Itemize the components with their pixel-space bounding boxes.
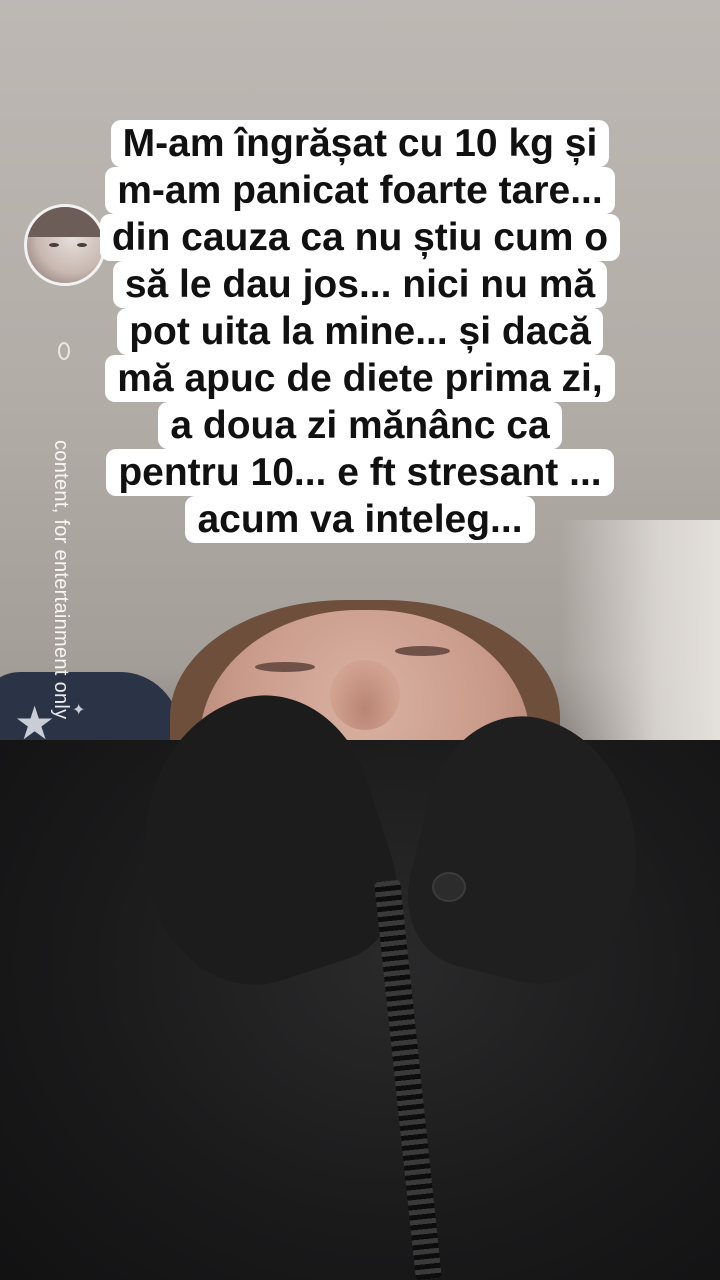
person-nose	[330, 660, 400, 730]
star-icon: ✦	[72, 700, 86, 719]
caption-line: acum va inteleg...	[185, 496, 535, 543]
jacket-snap-button	[432, 872, 466, 902]
caption-line: pot uita la mine... și dacă	[117, 308, 603, 355]
right-eye	[395, 646, 450, 656]
caption-line: a doua zi mănânc ca	[158, 402, 562, 449]
left-eye	[255, 662, 315, 672]
caption-line: să le dau jos... nici nu mă	[112, 261, 608, 308]
caption-overlay: M-am îngrășat cu 10 kg și m-am panicat f…	[0, 120, 720, 543]
caption-line: M-am îngrășat cu 10 kg și	[110, 120, 610, 167]
caption-line: din cauza ca nu știu cum o	[99, 214, 621, 261]
caption-line: mă apuc de diete prima zi,	[105, 355, 615, 402]
video-frame: ★ ✦ ✶ ✦ ✶ ✦ ✦ content, for entertainment…	[0, 0, 720, 1280]
caption-line: m-am panicat foarte tare...	[105, 167, 615, 214]
caption-line: pentru 10... e ft stresant ...	[106, 449, 614, 496]
